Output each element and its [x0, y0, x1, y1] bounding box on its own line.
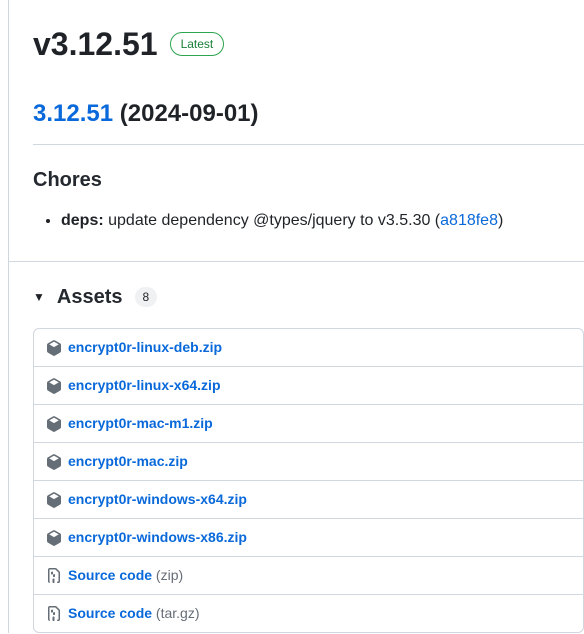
asset-link[interactable]: encrypt0r-linux-deb.zip — [68, 337, 222, 358]
asset-row: encrypt0r-linux-deb.zip — [34, 329, 583, 367]
divider — [33, 144, 584, 145]
list-item: deps: update dependency @types/jquery to… — [61, 209, 584, 233]
package-icon — [46, 492, 62, 508]
package-icon — [46, 454, 62, 470]
assets-list: encrypt0r-linux-deb.zip encrypt0r-linux-x… — [33, 328, 584, 633]
asset-row: encrypt0r-windows-x86.zip — [34, 519, 583, 557]
asset-row: Source code (zip) — [34, 557, 583, 595]
asset-link[interactable]: encrypt0r-windows-x64.zip — [68, 489, 247, 510]
asset-suffix: (zip) — [152, 567, 183, 583]
commit-link[interactable]: a818fe8 — [440, 212, 498, 229]
package-icon — [46, 378, 62, 394]
asset-link[interactable]: encrypt0r-windows-x86.zip — [68, 527, 247, 548]
chore-prefix: deps: — [61, 212, 104, 229]
assets-count-badge: 8 — [135, 287, 158, 307]
package-icon — [46, 530, 62, 546]
section-divider — [8, 261, 584, 262]
asset-link[interactable]: encrypt0r-mac.zip — [68, 451, 188, 472]
asset-link[interactable]: encrypt0r-mac-m1.zip — [68, 413, 213, 434]
assets-title: Assets — [57, 282, 123, 312]
asset-row: encrypt0r-windows-x64.zip — [34, 481, 583, 519]
chores-list: deps: update dependency @types/jquery to… — [33, 209, 584, 233]
asset-row: encrypt0r-mac-m1.zip — [34, 405, 583, 443]
chevron-down-icon: ▼ — [33, 288, 45, 306]
release-title: v3.12.51 — [33, 20, 158, 68]
asset-link[interactable]: Source code (tar.gz) — [68, 603, 200, 624]
asset-row: encrypt0r-mac.zip — [34, 443, 583, 481]
asset-row: encrypt0r-linux-x64.zip — [34, 367, 583, 405]
chores-heading: Chores — [33, 165, 584, 195]
assets-header[interactable]: ▼ Assets 8 — [33, 282, 584, 312]
version-link[interactable]: 3.12.51 — [33, 100, 113, 127]
package-icon — [46, 340, 62, 356]
asset-link[interactable]: Source code (zip) — [68, 565, 183, 586]
release-header: v3.12.51 Latest — [33, 20, 584, 68]
version-date: (2024-09-01) — [120, 100, 259, 127]
asset-link[interactable]: encrypt0r-linux-x64.zip — [68, 375, 221, 396]
version-heading: 3.12.51 (2024-09-01) — [33, 96, 584, 132]
chore-text: update dependency @types/jquery to v3.5.… — [104, 212, 440, 229]
latest-badge: Latest — [170, 32, 225, 56]
asset-row: Source code (tar.gz) — [34, 595, 583, 632]
chore-suffix: ) — [498, 212, 503, 229]
file-zip-icon — [46, 568, 62, 584]
asset-suffix: (tar.gz) — [152, 605, 199, 621]
package-icon — [46, 416, 62, 432]
file-zip-icon — [46, 606, 62, 622]
release-container: v3.12.51 Latest 3.12.51 (2024-09-01) Cho… — [8, 0, 584, 633]
